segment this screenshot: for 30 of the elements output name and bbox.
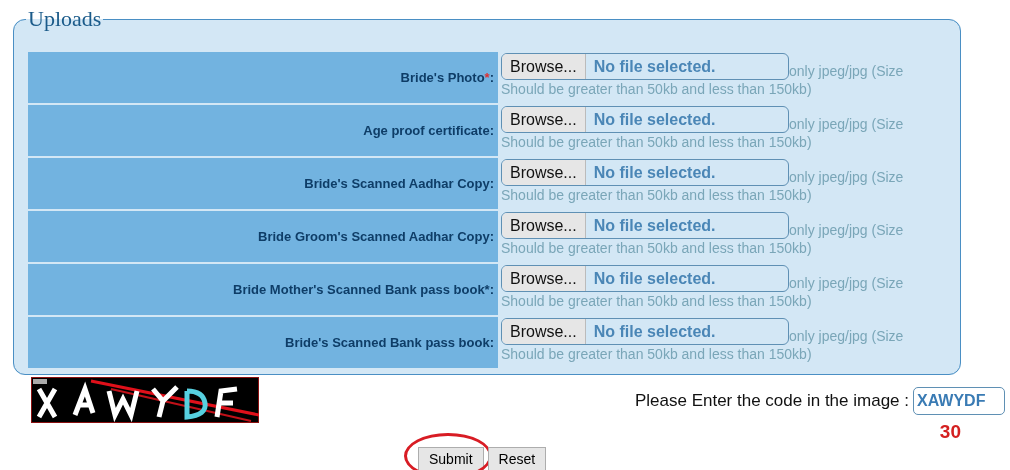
field-label: Bride Mother's Scanned Bank pass book*: <box>233 282 494 297</box>
form-button[interactable]: Reset <box>487 447 547 470</box>
file-input-field[interactable]: Browse... No file selected. <box>501 53 789 80</box>
file-hint: Should be greater than 50kb and less than 150kb) <box>501 292 812 310</box>
file-input-field[interactable]: Browse... No file selected. <box>501 159 789 186</box>
file-hint: Should be greater than 50kb and less than 150kb) <box>501 186 812 204</box>
captcha-input-field[interactable]: XAWYDF <box>913 387 1005 415</box>
field-label: Bride Groom's Scanned Aadhar Copy: <box>258 229 494 244</box>
file-hint: Should be greater than 50kb and less than 150kb) <box>501 239 812 257</box>
panel-legend: Uploads <box>26 6 104 32</box>
file-input-field[interactable]: Browse... No file selected. <box>501 265 789 292</box>
file-hint: only jpeg/jpg (Size <box>789 62 904 80</box>
field-label: Age proof certificate: <box>363 123 494 138</box>
file-input-field[interactable]: Browse... No file selected. <box>501 106 789 133</box>
captcha-prompt: Please Enter the code in the image : <box>634 391 909 411</box>
file-hint: Should be greater than 50kb and less than 150kb) <box>501 133 812 151</box>
field-label: Bride's Scanned Bank pass book: <box>285 335 494 350</box>
file-hint: only jpeg/jpg (Size <box>789 168 904 186</box>
file-input-field[interactable]: Browse... No file selected. <box>501 212 789 239</box>
file-hint: only jpeg/jpg (Size <box>789 274 904 292</box>
form-button[interactable]: Submit <box>418 447 484 470</box>
file-hint: only jpeg/jpg (Size <box>789 221 904 239</box>
file-hint: only jpeg/jpg (Size <box>789 327 904 345</box>
file-input-field[interactable]: Browse... No file selected. <box>501 318 789 345</box>
countdown-timer: 30 <box>939 421 961 443</box>
file-hint: Should be greater than 50kb and less than 150kb) <box>501 345 812 363</box>
field-label: Bride's Scanned Aadhar Copy: <box>304 176 494 191</box>
file-hint: Should be greater than 50kb and less than 150kb) <box>501 80 812 98</box>
field-label: Bride's Photo*: <box>400 70 494 85</box>
file-hint: only jpeg/jpg (Size <box>789 115 904 133</box>
